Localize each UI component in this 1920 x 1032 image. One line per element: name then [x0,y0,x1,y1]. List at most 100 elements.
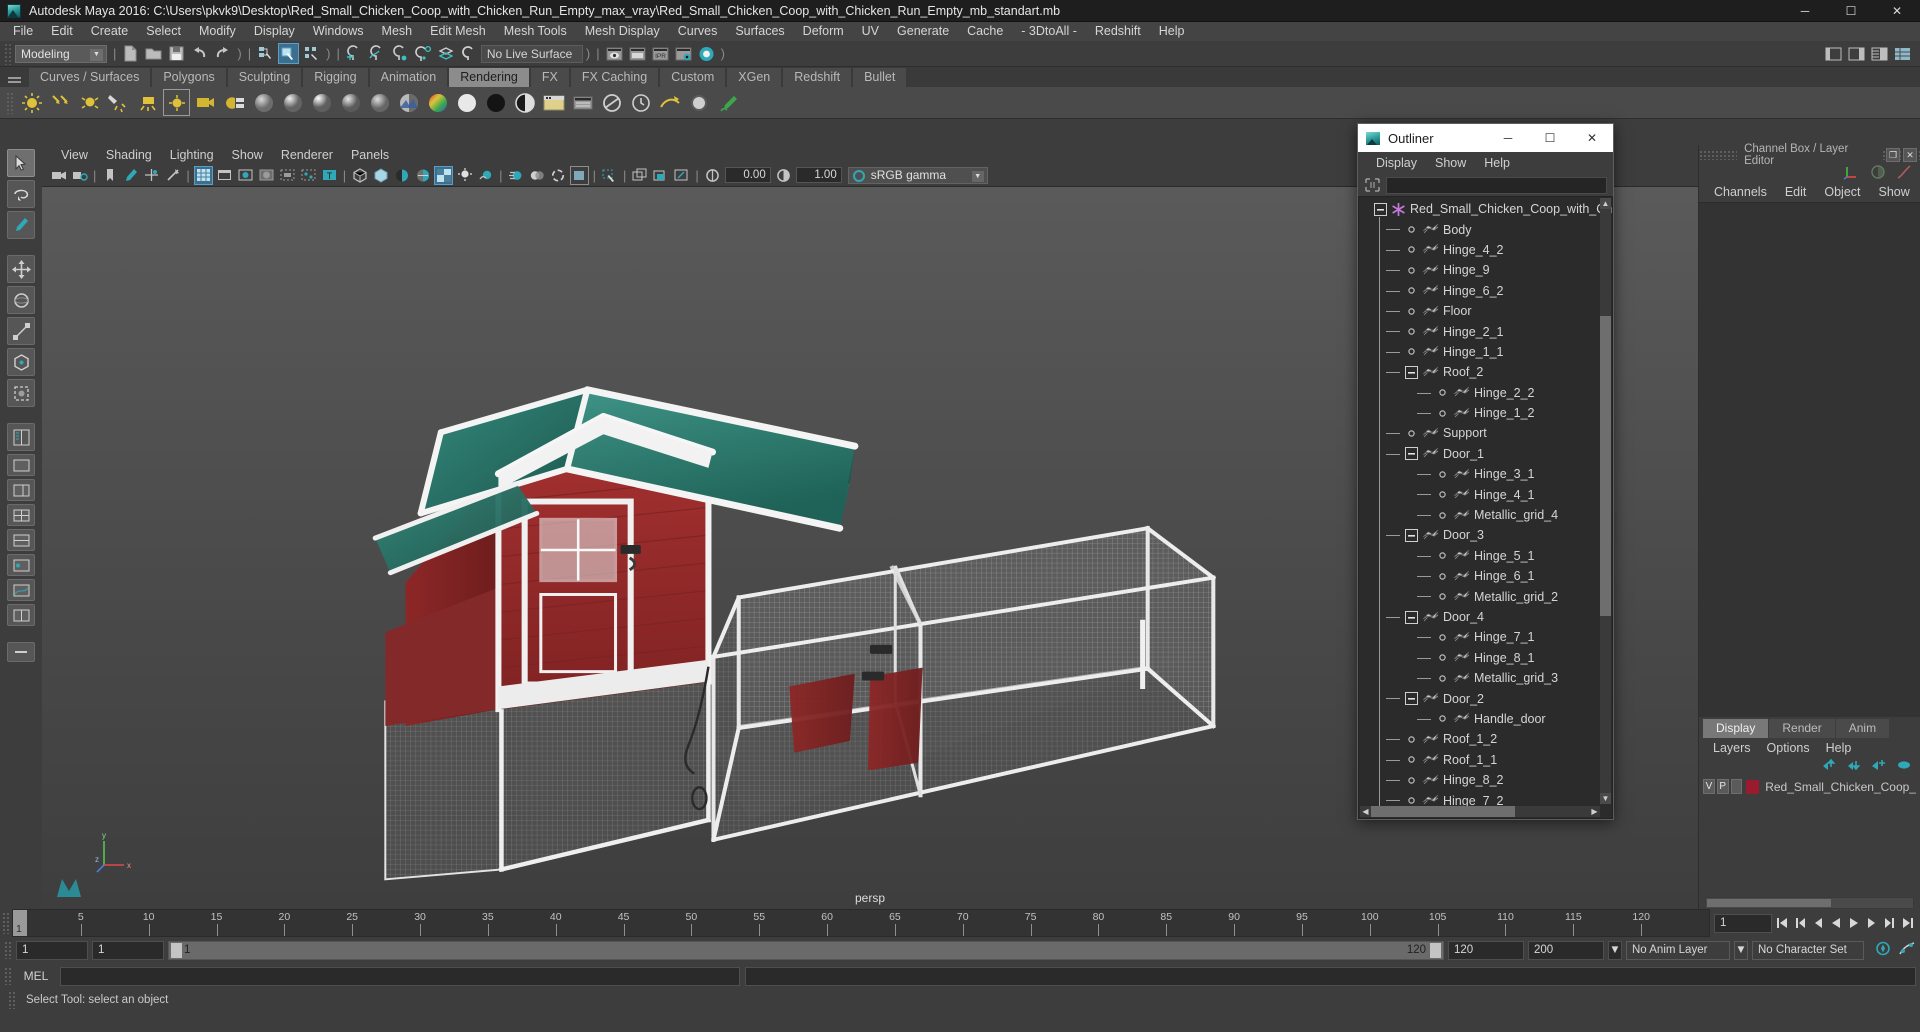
hypershade-layout-icon[interactable] [7,554,35,576]
move-layer-up-icon[interactable] [1821,758,1837,774]
select-by-object-icon[interactable] [278,43,300,64]
outliner-item[interactable]: Hinge_5_1 [1359,546,1599,566]
range-drag-handle[interactable] [4,941,12,959]
isolate-select-icon[interactable] [549,166,568,185]
outliner-item[interactable]: Body [1359,219,1599,239]
outliner-item[interactable]: Hinge_4_1 [1359,484,1599,504]
camera-icon[interactable] [192,89,219,116]
outliner-item[interactable]: Hinge_8_1 [1359,648,1599,668]
xray-joints-icon[interactable] [600,166,619,185]
outliner-item[interactable]: Floor [1359,301,1599,321]
shelf-tab-rigging[interactable]: Rigging [302,67,369,87]
snapshot-icon[interactable] [630,166,649,185]
shelf-drag-handle[interactable] [6,91,14,114]
current-time-field[interactable]: 1 [1714,913,1772,933]
viewport-menu-shading[interactable]: Shading [97,148,161,162]
grid-toggle-icon[interactable] [193,165,213,185]
film-gate-icon[interactable] [215,166,234,185]
menu-uv[interactable]: UV [853,22,888,41]
flat-shade-icon[interactable] [392,166,411,185]
channel-box-icon[interactable] [1892,43,1913,64]
outliner-item[interactable]: Handle_door [1359,709,1599,729]
shelf-tab-rendering[interactable]: Rendering [448,67,530,87]
menu-deform[interactable]: Deform [794,22,853,41]
auto-keyframe-icon[interactable] [1874,940,1892,960]
outliner-item[interactable]: Hinge_6_2 [1359,281,1599,301]
snap-to-projected-center-icon[interactable] [413,43,434,64]
open-scene-icon[interactable] [143,43,164,64]
menu-redshift[interactable]: Redshift [1086,22,1150,41]
shelf-tab-fx-caching[interactable]: FX Caching [569,67,660,87]
channel-menu-channels[interactable]: Channels [1705,185,1776,199]
outliner-item[interactable]: Roof_1_2 [1359,729,1599,749]
outliner-window[interactable]: Outliner ─ ☐ ✕ Display Show Help Red_Small… [1357,123,1614,820]
outliner-item[interactable]: Hinge_6_1 [1359,566,1599,586]
layer-state-toggle[interactable] [1730,779,1743,794]
current-time-indicator[interactable]: 1 [13,910,27,936]
outliner-item[interactable]: Hinge_3_1 [1359,464,1599,484]
minimize-button[interactable]: ─ [1782,0,1828,22]
phong-e-material-icon[interactable] [337,89,364,116]
color-management-selector[interactable]: sRGB gamma ▼ [847,166,988,184]
menu-mesh-tools[interactable]: Mesh Tools [495,22,576,41]
outliner-layout-icon[interactable] [7,423,35,451]
outliner-hscroll-thumb[interactable] [1371,806,1515,817]
outliner-collapse-icon[interactable] [1400,607,1422,627]
render-settings-shelf-icon[interactable] [569,89,596,116]
texture-border-icon[interactable] [299,166,318,185]
menu-surfaces[interactable]: Surfaces [726,22,793,41]
select-by-component-icon[interactable] [301,43,322,64]
two-pane-stacked-layout-icon[interactable] [7,529,35,551]
command-line-drag-handle[interactable] [4,967,12,985]
viewport-menu-show[interactable]: Show [223,148,272,162]
anim-start-field[interactable]: 120 [1448,940,1524,960]
film-origin-icon[interactable] [278,166,297,185]
redo-icon[interactable] [212,43,233,64]
render-region-icon[interactable] [627,43,648,64]
persp-graph-layout-icon[interactable] [7,579,35,601]
menu-help[interactable]: Help [1150,22,1194,41]
use-background-icon[interactable] [482,89,509,116]
live-surface-field[interactable]: No Live Surface [480,44,583,63]
shelf-tab-xgen[interactable]: XGen [726,67,783,87]
outliner-collapse-icon[interactable] [1400,525,1422,545]
character-set-field[interactable]: No Character Set [1752,940,1864,960]
layer-tab-render[interactable]: Render [1769,719,1835,738]
animation-preferences-icon[interactable] [1898,940,1916,960]
outliner-item[interactable]: Hinge_4_2 [1359,240,1599,260]
new-scene-icon[interactable] [120,43,141,64]
wireframe-icon[interactable] [350,166,369,185]
menu-select[interactable]: Select [137,22,190,41]
command-input-field[interactable] [60,966,740,986]
channel-menu-object[interactable]: Object [1815,185,1869,199]
hardware-render-icon[interactable] [656,89,683,116]
paint-select-tool-icon[interactable] [7,211,35,239]
two-sided-lighting-icon[interactable] [142,166,161,185]
persp-layout-icon[interactable] [7,454,35,476]
search-filter-icon[interactable] [1364,177,1381,193]
lasso-select-tool-icon[interactable] [7,180,35,208]
outliner-vertical-scrollbar[interactable]: ▲ ▼ [1600,198,1611,804]
step-back-key-icon[interactable] [1791,914,1808,932]
outliner-item[interactable]: Hinge_1_2 [1359,403,1599,423]
point-light-icon[interactable] [76,89,103,116]
shelf-tab-animation[interactable]: Animation [368,67,449,87]
anim-layer-field[interactable]: No Anim Layer [1626,940,1730,960]
outliner-horizontal-scrollbar[interactable]: ◀ ▶ [1360,806,1600,817]
outliner-title-bar[interactable]: Outliner ─ ☐ ✕ [1358,124,1613,152]
hardware-texturing-icon[interactable] [413,166,432,185]
shelf-tab-custom[interactable]: Custom [659,67,727,87]
hypershade-icon[interactable] [696,43,717,64]
outliner-item[interactable]: Red_Small_Chicken_Coop_with_Ch [1359,199,1612,219]
menu-generate[interactable]: Generate [888,22,958,41]
go-to-end-icon[interactable] [1899,914,1916,932]
range-slider[interactable]: 1 120 [168,940,1444,960]
menu-curves[interactable]: Curves [669,22,727,41]
outliner-maximize-button[interactable]: ☐ [1529,124,1571,152]
range-end-handle[interactable] [1430,942,1441,958]
paint-effects-icon[interactable] [714,89,741,116]
soft-modification-tool-icon[interactable] [7,379,35,407]
area-light-icon[interactable] [134,89,161,116]
channel-menu-show[interactable]: Show [1870,185,1919,199]
layer-menu-options[interactable]: Options [1759,741,1818,755]
